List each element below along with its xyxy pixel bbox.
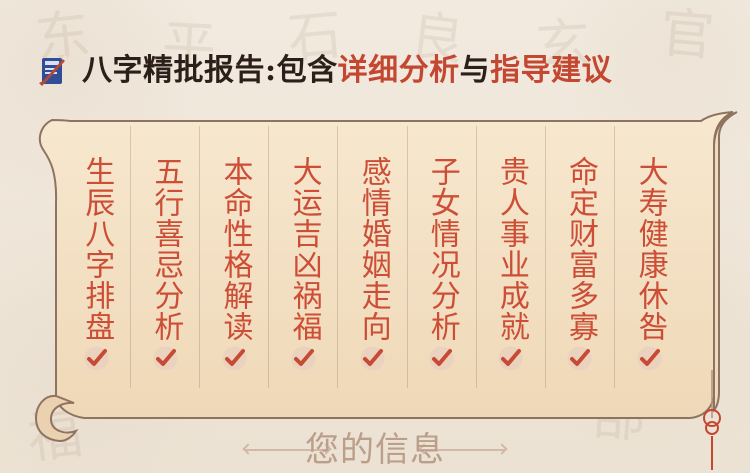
feature-item: 感情婚姻走向 bbox=[338, 126, 408, 388]
feature-item: 生辰八字排盘 bbox=[62, 126, 132, 388]
feature-label: 命定财富多寡 bbox=[564, 155, 598, 342]
feature-item: 本命性格解读 bbox=[200, 126, 270, 388]
report-overview-page: 东 平 石 良 玄 官 福 部 八字精批报告:包含详细分析与指导建议 bbox=[0, 0, 750, 473]
check-icon bbox=[567, 346, 592, 371]
feature-label: 感情婚姻走向 bbox=[356, 155, 390, 342]
feature-label: 生辰八字排盘 bbox=[80, 155, 114, 342]
feature-label: 大寿健康休咎 bbox=[633, 155, 667, 342]
feature-item: 贵人事业成就 bbox=[477, 126, 546, 388]
section-title-text: 您的信息 bbox=[305, 430, 445, 470]
section-title-your-info: 您的信息 bbox=[0, 430, 750, 470]
feature-label: 五行喜忌分析 bbox=[149, 155, 183, 342]
scroll-container: 生辰八字排盘 五行喜忌分析 本命性格解读 大运吉凶祸福 感情婚姻走向 子女情况分… bbox=[0, 0, 750, 473]
feature-item: 五行喜忌分析 bbox=[131, 126, 201, 388]
feature-item: 子女情况分析 bbox=[408, 126, 477, 388]
feature-grid: 生辰八字排盘 五行喜忌分析 本命性格解读 大运吉凶祸福 感情婚姻走向 子女情况分… bbox=[62, 126, 684, 388]
feature-label: 贵人事业成就 bbox=[494, 155, 528, 342]
section-title-inner: 您的信息 bbox=[245, 430, 505, 470]
feature-label: 本命性格解读 bbox=[218, 155, 252, 342]
check-icon bbox=[498, 346, 523, 371]
check-icon bbox=[84, 346, 109, 371]
check-icon bbox=[291, 346, 316, 371]
feature-item: 大寿健康休咎 bbox=[615, 126, 684, 388]
check-icon bbox=[360, 346, 385, 371]
feature-label: 大运吉凶祸福 bbox=[287, 155, 321, 342]
check-icon bbox=[153, 346, 178, 371]
check-icon bbox=[222, 346, 247, 371]
check-icon bbox=[429, 346, 454, 371]
feature-label: 子女情况分析 bbox=[425, 155, 459, 342]
check-icon bbox=[637, 346, 662, 371]
feature-item: 命定财富多寡 bbox=[546, 126, 615, 388]
feature-item: 大运吉凶祸福 bbox=[269, 126, 339, 388]
